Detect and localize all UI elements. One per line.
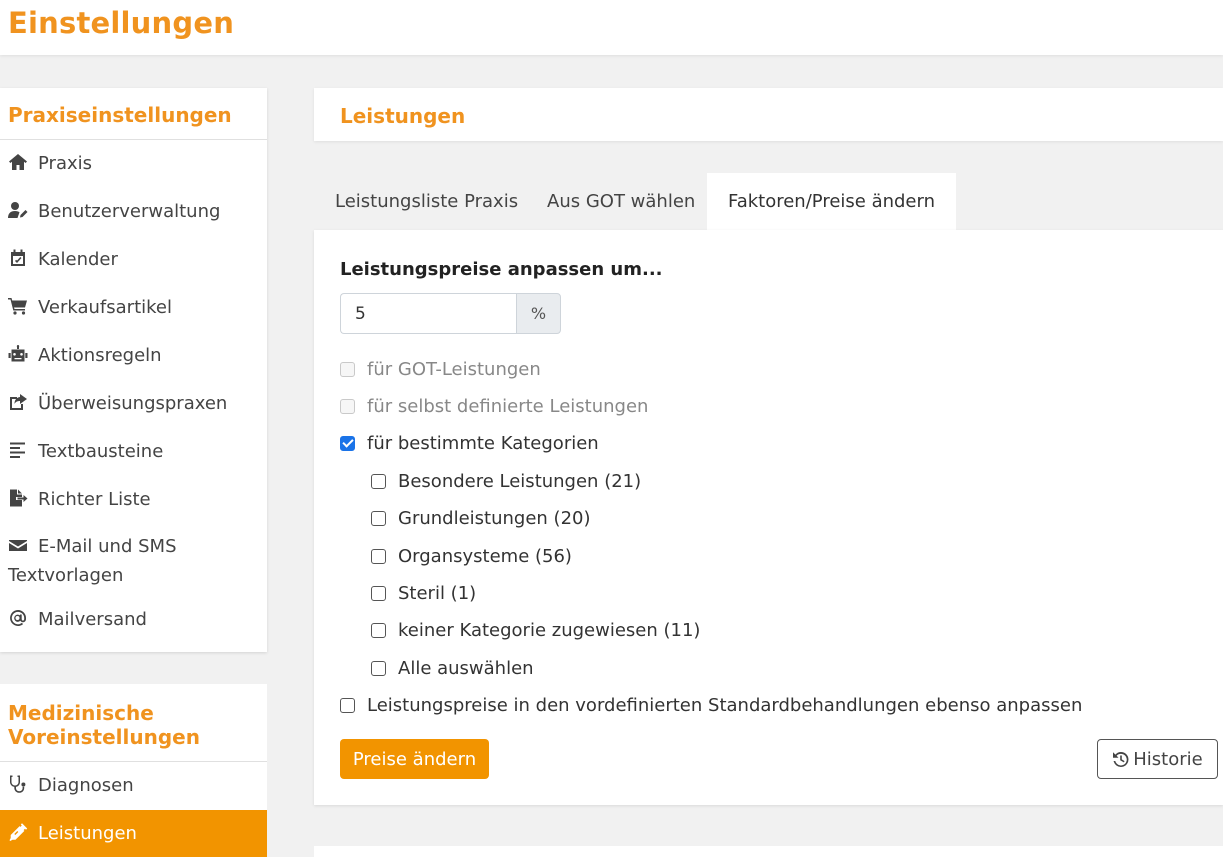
sidebar-item-mailversand[interactable]: Mailversand	[0, 596, 267, 644]
historie-button[interactable]: Historie	[1097, 739, 1218, 779]
option-standardbehandlungen[interactable]: Leistungspreise in den vordefinierten St…	[340, 695, 1082, 716]
category-label: keiner Kategorie zugewiesen (11)	[398, 620, 701, 641]
sidebar-item-label: Leistungen	[38, 823, 137, 844]
sidebar-item-label: E-Mail und SMS Textvorlagen	[8, 536, 177, 586]
file-export-icon	[8, 489, 30, 507]
checkbox[interactable]	[371, 661, 386, 676]
option-label: für selbst definierte Leistungen	[367, 396, 649, 417]
top-bar: Einstellungen	[0, 0, 1223, 55]
price-adjust-panel: Leistungspreise anpassen um... % für GOT…	[314, 230, 1223, 805]
syringe-icon	[8, 823, 30, 841]
section-header: Leistungen	[314, 88, 1223, 141]
checkbox[interactable]	[371, 623, 386, 638]
sidebar-item-label: Textbausteine	[38, 441, 164, 462]
sidebar-item-label: Diagnosen	[38, 775, 134, 796]
sidebar-section-title: Praxiseinstellungen	[0, 88, 267, 140]
checkbox[interactable]	[371, 586, 386, 601]
robot-icon	[8, 345, 30, 363]
sidebar-section-praxiseinstellungen: Praxiseinstellungen Praxis Benutzerverwa…	[0, 88, 267, 652]
sidebar-item-label: Benutzerverwaltung	[38, 201, 221, 222]
section-title: Leistungen	[340, 104, 466, 128]
page-title: Einstellungen	[8, 6, 235, 40]
checkbox[interactable]	[371, 511, 386, 526]
sidebar-item-ueberweisungspraxen[interactable]: Überweisungspraxen	[0, 380, 267, 428]
option-bestimmte-kategorien[interactable]: für bestimmte Kategorien	[340, 433, 599, 454]
calendar-icon	[8, 249, 30, 267]
category-label: Steril (1)	[398, 583, 477, 604]
tab-aus-got-waehlen[interactable]: Aus GOT wählen	[526, 173, 716, 230]
option-label: für GOT-Leistungen	[367, 359, 541, 380]
sidebar-item-label: Praxis	[38, 153, 92, 174]
align-left-icon	[8, 441, 30, 459]
tab-faktoren-preise-aendern[interactable]: Faktoren/Preise ändern	[707, 173, 956, 230]
option-label: Leistungspreise in den vordefinierten St…	[367, 695, 1083, 716]
stethoscope-icon	[8, 775, 30, 793]
category-alle-auswaehlen[interactable]: Alle auswählen	[371, 658, 534, 679]
checkbox[interactable]	[340, 698, 355, 713]
option-label: für bestimmte Kategorien	[367, 433, 599, 454]
sidebar-item-leistungen[interactable]: Leistungen	[0, 810, 267, 857]
category-grundleistungen[interactable]: Grundleistungen (20)	[371, 508, 591, 529]
category-steril[interactable]: Steril (1)	[371, 583, 476, 604]
category-besondere-leistungen[interactable]: Besondere Leistungen (21)	[371, 471, 641, 492]
sidebar-item-verkaufsartikel[interactable]: Verkaufsartikel	[0, 284, 267, 332]
checkbox-checked[interactable]	[340, 436, 355, 451]
category-organsysteme[interactable]: Organsysteme (56)	[371, 546, 572, 567]
sidebar-item-label: Verkaufsartikel	[38, 297, 172, 318]
option-selbst-definierte-leistungen[interactable]: für selbst definierte Leistungen	[340, 396, 648, 417]
adjust-label: Leistungspreise anpassen um...	[340, 259, 663, 280]
envelope-icon	[8, 534, 30, 552]
sidebar-item-textbausteine[interactable]: Textbausteine	[0, 428, 267, 476]
category-label: Organsysteme (56)	[398, 546, 572, 567]
sidebar-item-label: Überweisungspraxen	[38, 393, 228, 414]
bottom-card	[314, 846, 1223, 857]
sidebar-section-title: Medizinische Voreinstellungen	[0, 684, 267, 762]
sidebar-item-aktionsregeln[interactable]: Aktionsregeln	[0, 332, 267, 380]
checkbox[interactable]	[340, 362, 355, 377]
sidebar-item-label: Aktionsregeln	[38, 345, 162, 366]
history-icon	[1113, 751, 1129, 767]
home-icon	[8, 153, 30, 171]
percent-unit: %	[516, 293, 561, 334]
option-got-leistungen[interactable]: für GOT-Leistungen	[340, 359, 541, 380]
percent-input[interactable]	[340, 293, 516, 334]
sidebar-item-praxis[interactable]: Praxis	[0, 140, 267, 188]
percent-input-group: %	[340, 293, 561, 334]
sidebar-item-label: Mailversand	[38, 609, 147, 630]
sidebar-section-medizinische-voreinstellungen: Medizinische Voreinstellungen Diagnosen …	[0, 684, 267, 857]
at-icon	[8, 609, 30, 627]
sidebar-item-label: Richter Liste	[38, 489, 151, 510]
sidebar-item-richter-liste[interactable]: Richter Liste	[0, 476, 267, 524]
sidebar-item-label: Kalender	[38, 249, 118, 270]
cart-icon	[8, 297, 30, 315]
category-label: Grundleistungen (20)	[398, 508, 591, 529]
sidebar-item-diagnosen[interactable]: Diagnosen	[0, 762, 267, 810]
tab-leistungsliste-praxis[interactable]: Leistungsliste Praxis	[314, 173, 539, 230]
share-icon	[8, 393, 30, 411]
historie-label: Historie	[1133, 748, 1203, 770]
checkbox[interactable]	[371, 474, 386, 489]
sidebar-item-benutzerverwaltung[interactable]: Benutzerverwaltung	[0, 188, 267, 236]
category-label: Alle auswählen	[398, 658, 534, 679]
checkbox[interactable]	[371, 549, 386, 564]
user-edit-icon	[8, 201, 30, 219]
sidebar-item-email-sms-textvorlagen[interactable]: E-Mail und SMS Textvorlagen	[0, 524, 267, 596]
preise-aendern-button[interactable]: Preise ändern	[340, 739, 489, 779]
sidebar-item-kalender[interactable]: Kalender	[0, 236, 267, 284]
category-label: Besondere Leistungen (21)	[398, 471, 642, 492]
checkbox[interactable]	[340, 399, 355, 414]
category-keiner-kategorie[interactable]: keiner Kategorie zugewiesen (11)	[371, 620, 700, 641]
